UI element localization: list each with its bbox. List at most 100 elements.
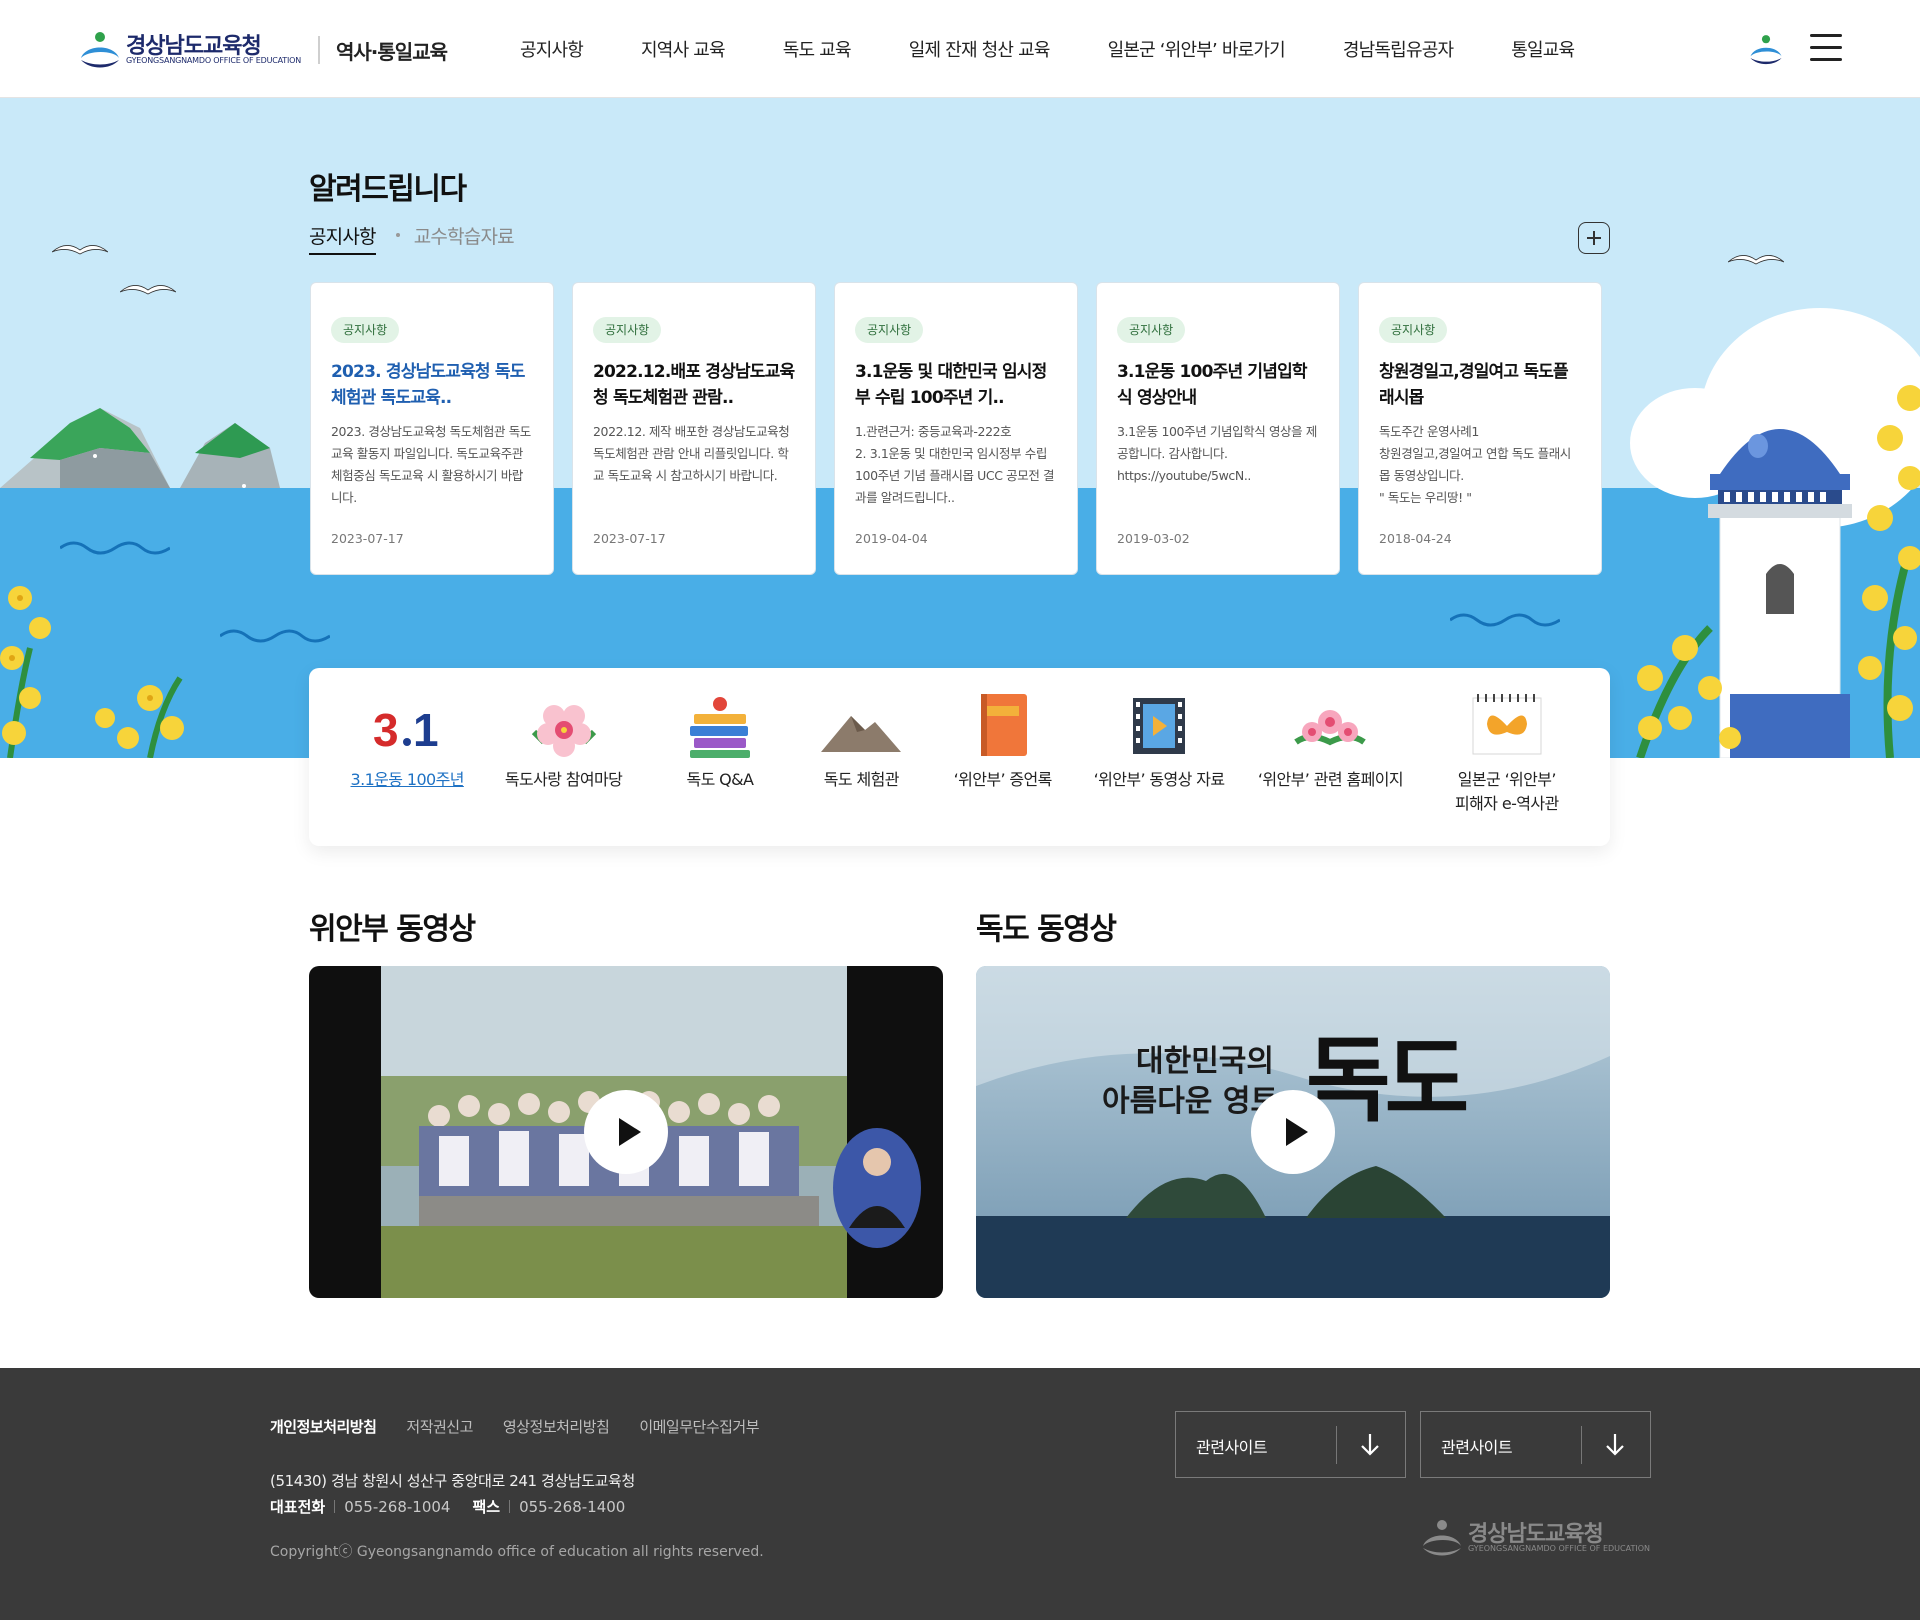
wave-icon [60, 541, 170, 555]
card-description: 2023. 경상남도교육청 독도체험관 독도교육 활동지 파일입니다. 독도교육… [331, 424, 531, 505]
seagull-icon [52, 245, 108, 255]
dokdo-video-player[interactable]: 대한민국의 아름다운 영토 독도 [976, 966, 1610, 1298]
footer-link-privacy[interactable]: 개인정보처리방침 [270, 1416, 377, 1437]
card-title: 창원경일고,경일여고 독도플래시몹 [1379, 362, 1569, 408]
footer-logo: 경상남도교육청 GYEONGSANGNAMDO OFFICE OF EDUCAT… [1420, 1514, 1652, 1560]
dokdo-video-section: 독도 동영상 대한민국의 아름다운 영토 독도 [976, 904, 1610, 1298]
seagull-icon [1728, 255, 1784, 265]
book-icon [980, 694, 1027, 756]
tab-separator-dot [395, 233, 400, 237]
quick-item-dokdo-qa[interactable]: 독도 Q&A [645, 692, 795, 846]
card-title: 3.1운동 100주년 기념입학식 영상안내 [1117, 362, 1308, 408]
header-logo[interactable]: 경상남도교육청 GYEONGSANGNAMDO OFFICE OF EDUCAT… [78, 28, 304, 70]
related-site-select-1[interactable]: 관련사이트 [1175, 1411, 1406, 1478]
comfort-women-video-section: 위안부 동영상 [309, 904, 943, 1298]
quick-item-label: 독도 Q&A [686, 770, 754, 789]
card-tag: 공지사항 [331, 317, 400, 343]
nav-unification[interactable]: 통일교육 [1511, 36, 1575, 64]
nav-notice[interactable]: 공지사항 [520, 36, 584, 64]
logo-english-text: GYEONGSANGNAMDO OFFICE OF EDUCATION [126, 56, 301, 65]
notice-card-list: 공지사항 2023. 경상남도교육청 독도체험관 독도교육.. 2023. 경상… [310, 282, 1602, 575]
quick-item-label: 독도사랑 참여마당 [504, 770, 623, 789]
contact-separator [509, 1500, 511, 1513]
play-button-icon[interactable] [584, 1090, 668, 1174]
arrow-down-icon [1606, 1434, 1624, 1456]
mountain-icon [821, 716, 902, 752]
more-notices-plus-icon[interactable] [1578, 222, 1610, 254]
notice-tabs: 공지사항 교수학습자료 [309, 222, 515, 255]
site-header: 경상남도교육청 GYEONGSANGNAMDO OFFICE OF EDUCAT… [0, 0, 1920, 98]
books-icon [689, 697, 750, 758]
dokdo-overlay-line2: 아름다운 영토 [1102, 1084, 1279, 1119]
quick-item-related-homepage[interactable]: ‘위안부’ 관련 홈페이지 [1240, 692, 1420, 846]
footer-link-email-refusal[interactable]: 이메일무단수집거부 [639, 1416, 759, 1437]
card-date: 2018-04-24 [1379, 531, 1452, 546]
quick-item-video-materials[interactable]: ‘위안부’ 동영상 자료 [1084, 692, 1234, 846]
card-description: 3.1운동 100주년 기념입학식 영상을 제공합니다. 감사합니다. http… [1117, 424, 1317, 483]
quick-item-dokdo-love[interactable]: 독도사랑 참여마당 [489, 692, 639, 846]
card-title: 2022.12.배포 경상남도교육청 독도체험관 관람.. [593, 362, 795, 408]
nav-comfort-women[interactable]: 일본군 ‘위안부’ 바로가기 [1108, 36, 1286, 64]
notice-card[interactable]: 공지사항 2022.12.배포 경상남도교육청 독도체험관 관람.. 2022.… [572, 282, 816, 575]
tab-teaching-materials[interactable]: 교수학습자료 [414, 222, 515, 249]
dokdo-islands-illustration-icon [0, 408, 280, 488]
quick-item-label: ‘위안부’ 동영상 자료 [1093, 770, 1226, 789]
svg-text:1: 1 [413, 704, 439, 756]
related-site-label: 관련사이트 [1441, 1438, 1513, 1457]
card-date: 2023-07-17 [331, 531, 404, 546]
nav-colonial-legacy[interactable]: 일제 잔재 청산 교육 [909, 36, 1051, 64]
tab-notice[interactable]: 공지사항 [309, 222, 377, 255]
logo-divider [318, 36, 320, 64]
card-tag: 공지사항 [1379, 317, 1448, 343]
notice-card[interactable]: 공지사항 3.1운동 100주년 기념입학식 영상안내 3.1운동 100주년 … [1096, 282, 1340, 575]
rapeseed-flowers-right-icon [1636, 385, 1920, 758]
31-movement-icon: 3 1 [373, 704, 439, 756]
quick-item-label: ‘위안부’ 관련 홈페이지 [1257, 770, 1404, 789]
footer-address: (51430) 경남 창원시 성산구 중앙대로 241 경상남도교육청 [270, 1472, 635, 1490]
video-section-title: 독도 동영상 [976, 912, 1117, 947]
card-date: 2023-07-17 [593, 531, 666, 546]
site-footer: 개인정보처리방침 저작권신고 영상정보처리방침 이메일무단수집거부 (51430… [0, 1368, 1920, 1620]
nav-local-history[interactable]: 지역사 교육 [641, 36, 726, 64]
notice-card[interactable]: 공지사항 3.1운동 및 대한민국 임시정부 수립 100주년 기.. 1.관련… [834, 282, 1078, 575]
svg-text:3: 3 [373, 704, 399, 756]
related-site-label: 관련사이트 [1196, 1438, 1268, 1457]
footer-link-copyright[interactable]: 저작권신고 [406, 1416, 473, 1437]
hamburger-menu-icon[interactable] [1810, 34, 1842, 62]
card-tag: 공지사항 [855, 317, 924, 343]
nav-independence-merit[interactable]: 경남독립유공자 [1343, 36, 1454, 64]
card-date: 2019-04-04 [855, 531, 928, 546]
hero-banner: 알려드립니다 공지사항 교수학습자료 공지사항 2023. 경상남도교육청 독도… [0, 98, 1920, 758]
quick-item-label: 독도 체험관 [823, 770, 900, 789]
arrow-down-icon [1361, 1434, 1379, 1456]
footer-copyright: Copyrightⓒ Gyeongsangnamdo office of edu… [270, 1544, 764, 1560]
quick-item-e-history[interactable]: 일본군 ‘위안부’ 피해자 e-역사관 [1427, 692, 1587, 846]
card-description: 1.관련근거: 중등교육과-222호 2. 3.1운동 및 대한민국 임시정부 … [855, 424, 1055, 505]
quick-item-31-movement[interactable]: 3 1 3.1운동 100주년 [332, 692, 482, 846]
footer-links: 개인정보처리방침 저작권신고 영상정보처리방침 이메일무단수집거부 [270, 1416, 789, 1437]
nav-dokdo-education[interactable]: 독도 교육 [783, 36, 852, 64]
quick-item-testimony[interactable]: ‘위안부’ 증언록 [928, 692, 1078, 846]
play-button-icon[interactable] [1251, 1090, 1335, 1174]
fax-label: 팩스 [472, 1498, 501, 1516]
footer-link-cctv-policy[interactable]: 영상정보처리방침 [503, 1416, 610, 1437]
card-date: 2019-03-02 [1117, 531, 1190, 546]
card-tag: 공지사항 [1117, 317, 1186, 343]
card-description: 2022.12. 제작 배포한 경상남도교육청 독도체험관 관람 안내 리플릿입… [593, 424, 790, 483]
rapeseed-flowers-left-icon [0, 586, 184, 758]
wave-icon [220, 629, 330, 643]
related-site-select-2[interactable]: 관련사이트 [1420, 1411, 1651, 1478]
quick-item-dokdo-experience[interactable]: 독도 체험관 [801, 692, 921, 846]
seagull-icon [120, 285, 176, 295]
site-name[interactable]: 역사·통일교육 [336, 36, 448, 65]
comfort-women-video-player[interactable] [309, 966, 943, 1298]
flowers-icon [1294, 710, 1367, 746]
video-section-title: 위안부 동영상 [309, 912, 476, 947]
notice-card[interactable]: 공지사항 2023. 경상남도교육청 독도체험관 독도교육.. 2023. 경상… [310, 282, 554, 575]
notice-card[interactable]: 공지사항 창원경일고,경일여고 독도플래시몹 독도주간 운영사례1 창원경일고,… [1358, 282, 1602, 575]
fax-number: 055-268-1400 [519, 1497, 626, 1516]
education-office-home-icon[interactable] [1748, 31, 1784, 67]
select-divider [1336, 1426, 1337, 1464]
footer-logo-english: GYEONGSANGNAMDO OFFICE OF EDUCATION [1468, 1544, 1650, 1553]
quick-item-label: 일본군 ‘위안부’ 피해자 e-역사관 [1455, 770, 1559, 813]
